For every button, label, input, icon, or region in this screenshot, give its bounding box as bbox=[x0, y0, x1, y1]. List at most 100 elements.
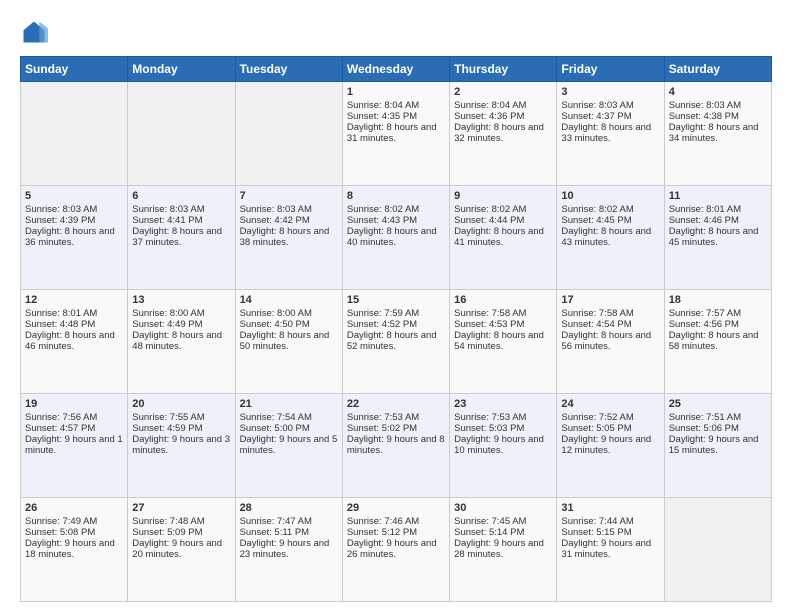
day-number: 23 bbox=[454, 398, 552, 410]
day-number: 9 bbox=[454, 190, 552, 202]
day-of-week-header: Wednesday bbox=[342, 57, 449, 82]
calendar-week-row: 5Sunrise: 8:03 AMSunset: 4:39 PMDaylight… bbox=[21, 186, 772, 290]
day-info: Daylight: 8 hours and 58 minutes. bbox=[669, 330, 767, 352]
calendar-cell: 1Sunrise: 8:04 AMSunset: 4:35 PMDaylight… bbox=[342, 82, 449, 186]
calendar-cell: 26Sunrise: 7:49 AMSunset: 5:08 PMDayligh… bbox=[21, 498, 128, 602]
calendar-cell: 28Sunrise: 7:47 AMSunset: 5:11 PMDayligh… bbox=[235, 498, 342, 602]
day-info: Daylight: 8 hours and 43 minutes. bbox=[561, 226, 659, 248]
day-info: Sunrise: 7:51 AM bbox=[669, 412, 767, 423]
calendar-cell bbox=[128, 82, 235, 186]
day-info: Sunset: 4:52 PM bbox=[347, 319, 445, 330]
day-number: 16 bbox=[454, 294, 552, 306]
day-info: Sunset: 5:15 PM bbox=[561, 527, 659, 538]
calendar-cell: 24Sunrise: 7:52 AMSunset: 5:05 PMDayligh… bbox=[557, 394, 664, 498]
day-info: Sunset: 4:44 PM bbox=[454, 215, 552, 226]
day-info: Sunset: 4:38 PM bbox=[669, 111, 767, 122]
calendar-cell: 4 Sunrise: 8:03 AMSunset: 4:38 PMDaylight… bbox=[664, 82, 771, 186]
day-info: Sunrise: 7:53 AM bbox=[347, 412, 445, 423]
calendar-cell: 9 Sunrise: 8:02 AMSunset: 4:44 PMDaylight… bbox=[450, 186, 557, 290]
day-number: 31 bbox=[561, 502, 659, 514]
calendar-cell: 21Sunrise: 7:54 AMSunset: 5:00 PMDayligh… bbox=[235, 394, 342, 498]
calendar-cell: 5Sunrise: 8:03 AMSunset: 4:39 PMDaylight… bbox=[21, 186, 128, 290]
day-info: Sunset: 4:36 PM bbox=[454, 111, 552, 122]
calendar-cell: 12Sunrise: 8:01 AMSunset: 4:48 PMDayligh… bbox=[21, 290, 128, 394]
day-info: Daylight: 8 hours and 38 minutes. bbox=[240, 226, 338, 248]
day-info: Sunset: 4:35 PM bbox=[347, 111, 445, 122]
day-info: Sunrise: 7:45 AM bbox=[454, 516, 552, 527]
day-number: 14 bbox=[240, 294, 338, 306]
day-info: Daylight: 8 hours and 56 minutes. bbox=[561, 330, 659, 352]
day-info: Sunset: 4:41 PM bbox=[132, 215, 230, 226]
day-info: Sunset: 4:57 PM bbox=[25, 423, 123, 434]
day-info: Sunset: 4:46 PM bbox=[669, 215, 767, 226]
day-info: Sunrise: 8:03 AM bbox=[669, 100, 767, 111]
day-info: Sunrise: 7:46 AM bbox=[347, 516, 445, 527]
day-info: Sunrise: 7:44 AM bbox=[561, 516, 659, 527]
day-info: Sunset: 4:45 PM bbox=[561, 215, 659, 226]
day-info: Sunrise: 7:59 AM bbox=[347, 308, 445, 319]
day-info: Sunrise: 7:54 AM bbox=[240, 412, 338, 423]
day-info: Sunset: 5:14 PM bbox=[454, 527, 552, 538]
day-number: 13 bbox=[132, 294, 230, 306]
day-info: Daylight: 8 hours and 37 minutes. bbox=[132, 226, 230, 248]
day-info: Daylight: 8 hours and 33 minutes. bbox=[561, 122, 659, 144]
day-info: Sunset: 4:49 PM bbox=[132, 319, 230, 330]
day-info: Sunset: 5:09 PM bbox=[132, 527, 230, 538]
day-number: 20 bbox=[132, 398, 230, 410]
day-number: 4 bbox=[669, 86, 767, 98]
day-info: Sunset: 5:03 PM bbox=[454, 423, 552, 434]
day-info: Sunset: 4:37 PM bbox=[561, 111, 659, 122]
day-number: 1 bbox=[347, 86, 445, 98]
page: SundayMondayTuesdayWednesdayThursdayFrid… bbox=[0, 0, 792, 612]
day-info: Sunrise: 8:03 AM bbox=[25, 204, 123, 215]
day-info: Daylight: 9 hours and 20 minutes. bbox=[132, 538, 230, 560]
day-info: Sunset: 5:08 PM bbox=[25, 527, 123, 538]
day-info: Sunrise: 8:03 AM bbox=[132, 204, 230, 215]
day-of-week-header: Tuesday bbox=[235, 57, 342, 82]
day-info: Sunrise: 8:04 AM bbox=[347, 100, 445, 111]
day-info: Sunrise: 7:55 AM bbox=[132, 412, 230, 423]
day-info: Sunrise: 8:02 AM bbox=[454, 204, 552, 215]
day-info: Sunrise: 7:58 AM bbox=[561, 308, 659, 319]
day-info: Sunrise: 8:00 AM bbox=[132, 308, 230, 319]
logo-icon bbox=[20, 18, 48, 46]
day-info: Daylight: 9 hours and 23 minutes. bbox=[240, 538, 338, 560]
calendar-cell: 19Sunrise: 7:56 AMSunset: 4:57 PMDayligh… bbox=[21, 394, 128, 498]
day-number: 21 bbox=[240, 398, 338, 410]
day-info: Daylight: 8 hours and 34 minutes. bbox=[669, 122, 767, 144]
calendar-cell: 10Sunrise: 8:02 AMSunset: 4:45 PMDayligh… bbox=[557, 186, 664, 290]
calendar-week-row: 26Sunrise: 7:49 AMSunset: 5:08 PMDayligh… bbox=[21, 498, 772, 602]
day-info: Daylight: 9 hours and 1 minute. bbox=[25, 434, 123, 456]
day-info: Daylight: 8 hours and 36 minutes. bbox=[25, 226, 123, 248]
calendar-week-row: 19Sunrise: 7:56 AMSunset: 4:57 PMDayligh… bbox=[21, 394, 772, 498]
day-number: 24 bbox=[561, 398, 659, 410]
calendar-header-row: SundayMondayTuesdayWednesdayThursdayFrid… bbox=[21, 57, 772, 82]
day-info: Daylight: 9 hours and 5 minutes. bbox=[240, 434, 338, 456]
day-number: 7 bbox=[240, 190, 338, 202]
day-info: Sunset: 5:05 PM bbox=[561, 423, 659, 434]
day-info: Sunrise: 8:00 AM bbox=[240, 308, 338, 319]
day-info: Daylight: 9 hours and 12 minutes. bbox=[561, 434, 659, 456]
day-info: Sunset: 4:43 PM bbox=[347, 215, 445, 226]
calendar-week-row: 1 Sunrise: 8:04 AMSunset: 4:35 PM Daylight… bbox=[21, 82, 772, 186]
day-info: Daylight: 9 hours and 8 minutes. bbox=[347, 434, 445, 456]
calendar-cell: 31Sunrise: 7:44 AMSunset: 5:15 PMDayligh… bbox=[557, 498, 664, 602]
calendar-cell: 18Sunrise: 7:57 AMSunset: 4:56 PMDayligh… bbox=[664, 290, 771, 394]
calendar-cell: 15Sunrise: 7:59 AMSunset: 4:52 PMDayligh… bbox=[342, 290, 449, 394]
calendar-cell bbox=[21, 82, 128, 186]
day-info: Sunrise: 8:03 AM bbox=[240, 204, 338, 215]
day-info: Daylight: 8 hours and 41 minutes. bbox=[454, 226, 552, 248]
day-info: Sunrise: 7:47 AM bbox=[240, 516, 338, 527]
calendar-cell: 14Sunrise: 8:00 AMSunset: 4:50 PMDayligh… bbox=[235, 290, 342, 394]
day-info: Daylight: 9 hours and 26 minutes. bbox=[347, 538, 445, 560]
day-of-week-header: Monday bbox=[128, 57, 235, 82]
calendar-cell: 17Sunrise: 7:58 AMSunset: 4:54 PMDayligh… bbox=[557, 290, 664, 394]
day-info: Sunset: 4:42 PM bbox=[240, 215, 338, 226]
day-info: Daylight: 8 hours and 52 minutes. bbox=[347, 330, 445, 352]
calendar-cell bbox=[235, 82, 342, 186]
calendar-cell: 30Sunrise: 7:45 AMSunset: 5:14 PMDayligh… bbox=[450, 498, 557, 602]
day-number: 19 bbox=[25, 398, 123, 410]
day-of-week-header: Thursday bbox=[450, 57, 557, 82]
day-info: Daylight: 9 hours and 18 minutes. bbox=[25, 538, 123, 560]
day-info: Daylight: 8 hours and 46 minutes. bbox=[25, 330, 123, 352]
